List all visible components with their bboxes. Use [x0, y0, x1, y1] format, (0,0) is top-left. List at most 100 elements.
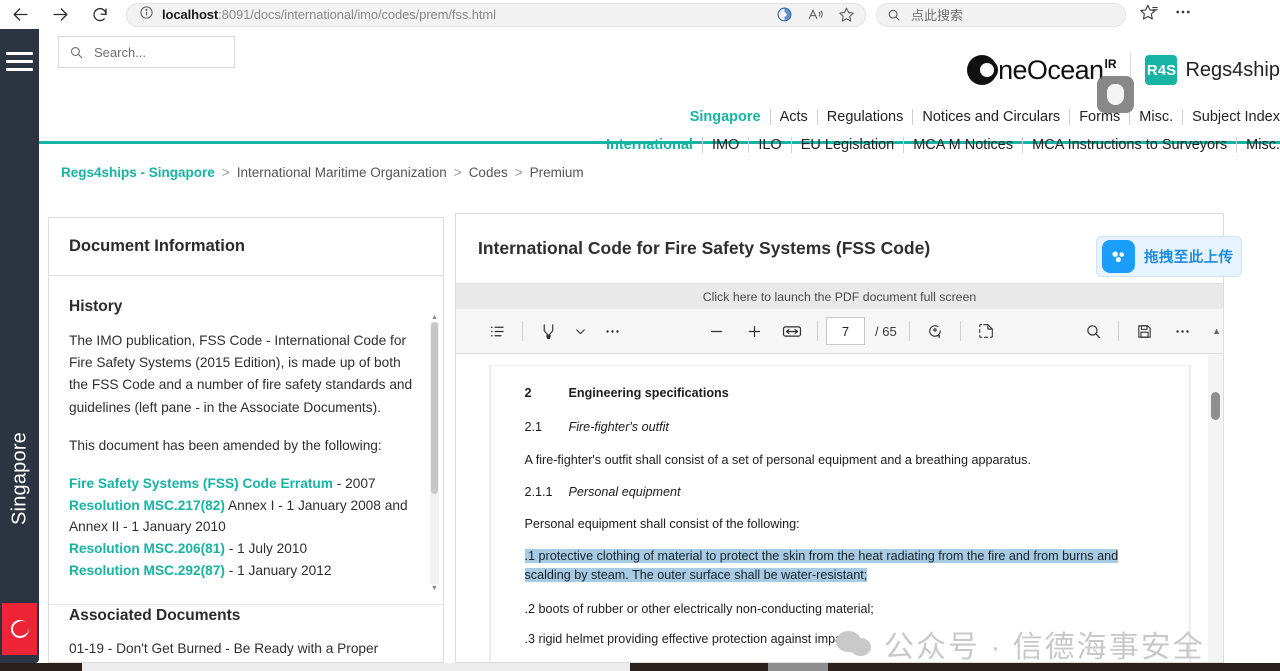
amendment-link-msc292[interactable]: Resolution MSC.292(87) [69, 563, 225, 578]
pdf-section-number: 2 [524, 386, 532, 400]
chevron-down-icon[interactable] [567, 314, 593, 348]
history-text: The IMO publication, FSS Code - Internat… [69, 333, 413, 415]
site-header: Search... neOcean lR R4S Regs4ship Singa… [39, 29, 1280, 153]
oneocean-logo[interactable]: neOcean lR [967, 55, 1116, 86]
nav-item-misc[interactable]: Misc. [1129, 109, 1182, 125]
star-icon[interactable] [838, 6, 855, 23]
associated-document-item[interactable]: 01-19 - Don't Get Burned - Be Ready with… [69, 639, 423, 660]
nav-item-notices-and-circulars[interactable]: Notices and Circulars [912, 109, 1069, 125]
background-window [82, 663, 630, 671]
pdf-heading-section: 2 Engineering specifications [525, 384, 1155, 402]
amendment-detail-msc206: - 1 July 2010 [224, 540, 308, 556]
site-info-icon[interactable] [139, 5, 154, 25]
read-aloud-icon[interactable] [807, 6, 824, 23]
pdf-scrollbar[interactable] [1208, 354, 1223, 662]
amendment-link-erratum[interactable]: Fire Safety Systems (FSS) Code Erratum [69, 476, 333, 491]
url-path: :8091/docs/international/imo/codes/prem/… [218, 7, 496, 22]
pdf-section-title: Engineering specifications [568, 386, 729, 400]
mouse-cursor-overlay [1097, 76, 1134, 113]
scroll-up-caret-icon[interactable]: ▲ [431, 314, 438, 321]
search-icon [70, 46, 83, 58]
pdf-heading-sub2: 2.1.1 Personal equipment [525, 483, 1155, 501]
pdf-item-3: .3 rigid helmet providing effective prot… [524, 632, 856, 647]
amendment-link-msc206[interactable]: Resolution MSC.206(81) [69, 541, 225, 556]
toolbar-divider [908, 321, 910, 341]
highlighter-icon[interactable] [529, 314, 567, 348]
back-button[interactable] [0, 0, 40, 29]
pdf-sub2-title: Personal equipment [568, 484, 681, 499]
wechat-cloud-upload-icon [1102, 240, 1135, 273]
caret-up-icon[interactable]: ▲ [1212, 326, 1221, 336]
toolbar-divider [817, 321, 818, 341]
nav-item-regulations[interactable]: Regulations [816, 109, 913, 125]
pdf-heading-sub: 2.1 Fire-fighter's outfit [525, 418, 1155, 436]
nav-country-singapore[interactable]: Singapore [690, 109, 770, 125]
history-heading: History [69, 298, 123, 315]
breadcrumb-home[interactable]: Regs4ships - Singapore [61, 165, 215, 180]
address-bar[interactable]: localhost:8091/docs/international/imo/co… [126, 2, 866, 27]
nav-row-singapore: Singapore Acts Regulations Notices and C… [690, 109, 1280, 125]
pdf-selected-text[interactable]: .1 protective clothing of material to pr… [524, 547, 1155, 585]
singapore-flag-icon[interactable] [2, 603, 37, 655]
toolbar-divider [1118, 321, 1119, 341]
scroll-thumb[interactable] [431, 322, 438, 494]
browser-essentials-icon[interactable] [776, 6, 793, 23]
forward-button[interactable] [40, 0, 80, 29]
breadcrumb-item-codes[interactable]: Codes [469, 165, 508, 180]
site-search-input[interactable]: Search... [58, 36, 235, 68]
search-icon [888, 9, 900, 21]
zoom-in-icon[interactable] [735, 314, 773, 348]
amendment-detail-erratum: - 2007 [332, 475, 376, 491]
breadcrumb-item-imo[interactable]: International Maritime Organization [237, 165, 447, 180]
breadcrumb-separator: > [514, 164, 523, 180]
pdf-sub-number: 2.1 [524, 420, 543, 435]
bing-search-box[interactable]: 点此搜索 [876, 2, 1126, 27]
pdf-paragraph-2: Personal equipment shall consist of the … [524, 516, 800, 531]
pdf-toolbar: 7 / 65 [456, 309, 1223, 354]
background-window-2 [768, 663, 828, 671]
more-options-icon[interactable] [1174, 3, 1192, 26]
oneocean-wordmark: neOcean [998, 54, 1104, 85]
ellipsis-icon[interactable] [593, 314, 631, 348]
product-name: Regs4ship [1185, 58, 1280, 81]
breadcrumb-separator: > [453, 164, 462, 180]
screen: localhost:8091/docs/international/imo/co… [0, 0, 1280, 671]
hamburger-menu-icon[interactable] [6, 52, 33, 76]
amendment-link-msc217[interactable]: Resolution MSC.217(82) [69, 498, 225, 513]
reload-button[interactable] [80, 0, 120, 29]
amendment-list: Fire Safety Systems (FSS) Code Erratum -… [69, 473, 423, 581]
page-number-input[interactable]: 7 [826, 317, 865, 345]
save-icon[interactable] [1125, 314, 1163, 348]
oneocean-superscript: lR [1104, 56, 1117, 71]
pdf-paragraph-1: A fire-fighter's outfit shall consist of… [524, 452, 1031, 467]
pdf-scroll-thumb[interactable] [1211, 392, 1220, 420]
table-of-contents-icon[interactable] [478, 314, 516, 348]
collections-icon[interactable] [1140, 3, 1158, 26]
nav-item-subject-index[interactable]: Subject Index [1182, 109, 1280, 125]
pdf-viewer-panel: International Code for Fire Safety Syste… [455, 213, 1224, 663]
document-information-body: History The IMO publication, FSS Code - … [49, 276, 443, 660]
more-settings-icon[interactable] [1163, 314, 1201, 348]
r4s-badge: R4S [1145, 55, 1178, 85]
rotate-icon[interactable] [916, 314, 954, 348]
toolbar-divider [959, 321, 961, 341]
pdf-page-canvas[interactable]: 2 Engineering specifications 2.1 Fire-fi… [489, 366, 1190, 662]
pdf-item-1: .1 protective clothing of material to pr… [524, 548, 1119, 582]
scroll-down-caret-icon[interactable]: ▼ [431, 585, 438, 592]
zoom-out-icon[interactable] [697, 314, 735, 348]
pdf-search-icon[interactable] [1074, 314, 1112, 348]
document-information-panel: Document Information History The IMO pub… [48, 217, 444, 663]
amended-intro: This document has been amended by the fo… [69, 437, 382, 453]
url-host: localhost [162, 7, 219, 22]
wechat-upload-widget[interactable]: 拖拽至此上传 [1096, 236, 1242, 277]
address-bar-url: localhost:8091/docs/international/imo/co… [162, 7, 496, 22]
fit-to-width-icon[interactable] [773, 314, 811, 348]
launch-fullscreen-bar[interactable]: Click here to launch the PDF document fu… [456, 283, 1223, 309]
amendment-detail-msc292: - 1 January 2012 [224, 562, 332, 578]
breadcrumb-item-premium[interactable]: Premium [530, 165, 584, 180]
breadcrumb-separator: > [221, 164, 230, 180]
document-info-scrollbar[interactable]: ▲ ▼ [430, 314, 439, 592]
nav-item-acts[interactable]: Acts [769, 109, 817, 125]
select-text-icon[interactable] [967, 314, 1005, 348]
left-rail: Singapore [0, 29, 39, 663]
